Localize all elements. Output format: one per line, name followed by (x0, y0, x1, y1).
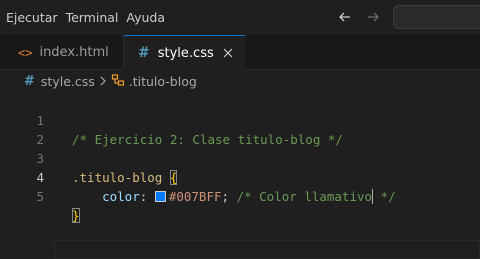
code-line: 4 color: #007BFF; /* Color llamativo */ (0, 149, 480, 204)
code-line: 2 (0, 111, 480, 147)
command-center-search[interactable] (393, 5, 480, 29)
tab-style-css[interactable]: # style.css (124, 35, 245, 70)
breadcrumb-file[interactable]: style.css (41, 74, 95, 89)
code-line: 1 /* Ejercicio 2: Clase titulo-blog */ (0, 92, 480, 147)
menu-bar: Ejecutar Terminal Ayuda (0, 0, 480, 35)
navigation-arrows (334, 6, 384, 28)
css-value: #007BFF (168, 189, 222, 204)
arrow-left-icon[interactable] (334, 6, 356, 28)
code-line: 5 } (0, 168, 480, 223)
chevron-right-icon (99, 74, 107, 89)
css-file-icon: # (138, 45, 150, 61)
code-comment: /* Color llamativo (236, 189, 373, 204)
color-swatch[interactable] (154, 191, 166, 202)
css-property: color (102, 189, 140, 204)
menu-terminal[interactable]: Terminal (62, 7, 123, 29)
code-editor[interactable]: 1 /* Ejercicio 2: Clase titulo-blog */ 2… (0, 92, 480, 259)
tab-index-html[interactable]: <> index.html (0, 35, 124, 70)
code-comment-end: */ (373, 189, 396, 204)
code-line: 3 .titulo-blog { (0, 130, 480, 185)
selector-symbol-icon (111, 73, 125, 90)
current-line-highlight (54, 240, 480, 259)
breadcrumb: # style.css .titulo-blog (0, 70, 480, 92)
close-brace: } (72, 208, 80, 223)
close-icon[interactable] (221, 46, 235, 60)
colon: : (139, 189, 148, 204)
menu-ayuda[interactable]: Ayuda (122, 7, 169, 29)
css-file-icon: # (24, 73, 35, 89)
tab-label: index.html (39, 45, 109, 60)
tab-bar: <> index.html # style.css (0, 35, 480, 70)
arrow-right-icon[interactable] (362, 6, 384, 28)
semicolon: ; (221, 189, 230, 204)
html-file-icon: <> (18, 45, 33, 60)
tab-label: style.css (157, 45, 214, 61)
menu-ejecutar[interactable]: Ejecutar (0, 7, 62, 29)
line-number: 5 (36, 189, 44, 204)
breadcrumb-symbol[interactable]: .titulo-blog (129, 74, 197, 89)
